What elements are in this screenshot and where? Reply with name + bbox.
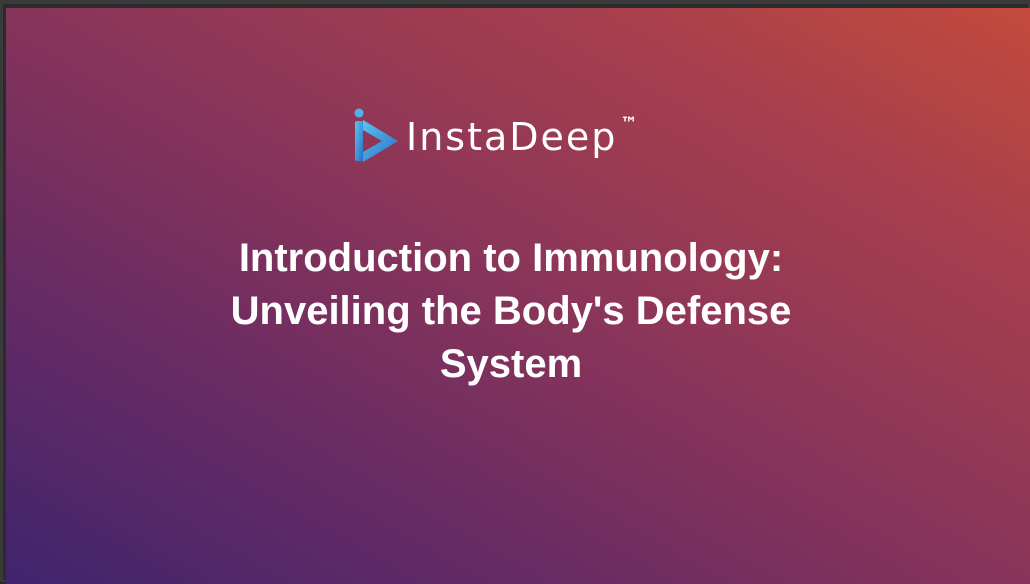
instadeep-logo: InstaDeep ™ — [352, 106, 637, 166]
slide-title-line-3: System — [439, 342, 583, 386]
title-slide: InstaDeep ™ Introduction to Immunology: … — [6, 8, 1030, 584]
presentation-frame: InstaDeep ™ Introduction to Immunology: … — [0, 0, 1030, 584]
logo-wordmark: InstaDeep — [406, 115, 618, 159]
trademark-symbol: ™ — [620, 114, 638, 134]
slide-title: Introduction to Immunology: Unveiling th… — [6, 232, 1016, 391]
slide-title-line-1: Introduction to Immunology: — [238, 236, 784, 280]
instadeep-play-i-icon — [354, 108, 398, 162]
slide-title-line-2: Unveiling the Body's Defense — [230, 289, 792, 333]
